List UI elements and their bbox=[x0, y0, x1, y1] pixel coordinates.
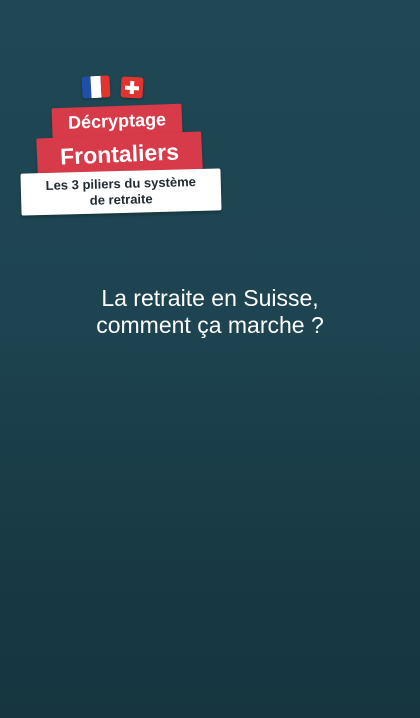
headline-line-1: La retraite en Suisse, bbox=[101, 285, 319, 311]
france-flag-icon bbox=[81, 75, 111, 99]
switzerland-flag-icon bbox=[120, 76, 144, 99]
headline-line-2: comment ça marche ? bbox=[96, 312, 324, 338]
topic-sticker: Les 3 piliers du système de retraite bbox=[20, 168, 222, 216]
headline: La retraite en Suisse, comment ça marche… bbox=[0, 285, 420, 339]
story-screen: Décryptage Frontaliers Les 3 piliers du … bbox=[0, 0, 420, 718]
